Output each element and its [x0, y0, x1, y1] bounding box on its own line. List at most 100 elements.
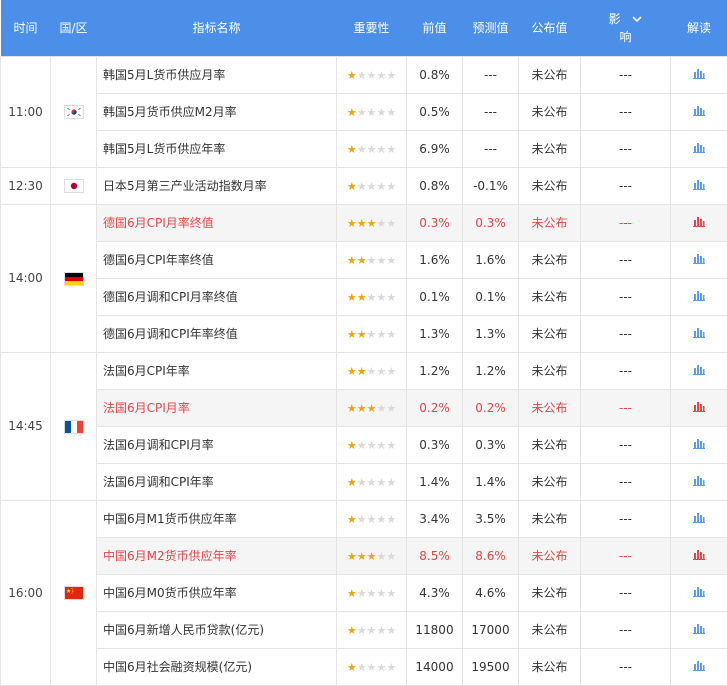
analysis-cell[interactable]	[670, 55, 727, 94]
star-icon: ★	[376, 438, 387, 452]
header-region: 国/区	[50, 0, 97, 56]
star-icon: ★	[346, 512, 357, 526]
table-header-row: 时间 国/区 指标名称 重要性 前值 预测值 公布值 影 响 解读	[0, 0, 727, 56]
star-icon: ★	[386, 253, 397, 267]
bar-chart-icon[interactable]	[693, 364, 705, 378]
table-row[interactable]: 韩国5月货币供应M2月率 ★★★★★ 0.5% --- 未公布 ---	[1, 92, 727, 131]
table-row[interactable]: 法国6月调和CPI月率 ★★★★★ 0.3% 0.3% 未公布 ---	[1, 425, 727, 464]
indicator-name[interactable]: 德国6月调和CPI月率终值	[96, 277, 337, 316]
analysis-cell[interactable]	[670, 166, 727, 205]
table-row[interactable]: 14:45 法国6月CPI年率 ★★★★★ 1.2% 1.2% 未公布 ---	[0, 351, 727, 501]
table-row[interactable]: 中国6月新增人民币贷款(亿元) ★★★★★ 11800 17000 未公布 ---	[1, 610, 727, 649]
forecast-value: 1.4%	[462, 462, 519, 501]
bar-chart-icon[interactable]	[693, 586, 705, 600]
impact-value: ---	[580, 314, 671, 353]
indicator-name[interactable]: 中国6月M0货币供应年率	[96, 573, 337, 612]
chevron-down-icon[interactable]	[632, 10, 642, 28]
table-row[interactable]: 德国6月CPI年率终值 ★★★★★ 1.6% 1.6% 未公布 ---	[1, 240, 727, 279]
actual-value: 未公布	[518, 425, 581, 464]
indicator-name[interactable]: 日本5月第三产业活动指数月率	[96, 166, 337, 205]
indicator-name[interactable]: 法国6月CPI年率	[96, 351, 337, 390]
table-row[interactable]: 11:00 韩国5月L货币供应月率 ★★★★★ 0.8% --- 未公布 ---	[0, 55, 727, 168]
indicator-name[interactable]: 韩国5月L货币供应年率	[96, 129, 337, 168]
indicator-name[interactable]: 中国6月新增人民币贷款(亿元)	[96, 610, 337, 649]
previous-value: 0.3%	[406, 203, 463, 242]
indicator-name[interactable]: 法国6月CPI月率	[96, 388, 337, 427]
table-row[interactable]: 中国6月M2货币供应年率 ★★★★★ 8.5% 8.6% 未公布 ---	[1, 536, 727, 575]
table-row[interactable]: 中国6月M0货币供应年率 ★★★★★ 4.3% 4.6% 未公布 ---	[1, 573, 727, 612]
previous-value: 0.2%	[406, 388, 463, 427]
bar-chart-icon[interactable]	[693, 660, 705, 674]
bar-chart-icon[interactable]	[693, 475, 705, 489]
indicator-name[interactable]: 德国6月调和CPI年率终值	[96, 314, 337, 353]
economic-calendar-table: 时间 国/区 指标名称 重要性 前值 预测值 公布值 影 响 解读 11:00 韩…	[0, 0, 727, 686]
indicator-name[interactable]: 中国6月M1货币供应年率	[96, 499, 337, 538]
bar-chart-icon[interactable]	[693, 253, 705, 267]
star-icon: ★	[366, 68, 377, 82]
analysis-cell[interactable]	[670, 388, 727, 427]
analysis-cell[interactable]	[670, 351, 727, 390]
bar-chart-icon[interactable]	[693, 142, 705, 156]
analysis-cell[interactable]	[670, 277, 727, 316]
table-row[interactable]: 14:00 德国6月CPI月率终值 ★★★★★ 0.3% 0.3% 未公布 ---	[0, 203, 727, 353]
indicator-name[interactable]: 韩国5月L货币供应月率	[96, 55, 337, 94]
bar-chart-icon[interactable]	[693, 512, 705, 526]
table-row[interactable]: 韩国5月L货币供应年率 ★★★★★ 6.9% --- 未公布 ---	[1, 129, 727, 168]
analysis-cell[interactable]	[670, 203, 727, 242]
table-row[interactable]: 德国6月调和CPI月率终值 ★★★★★ 0.1% 0.1% 未公布 ---	[1, 277, 727, 316]
star-icon: ★	[356, 401, 367, 415]
table-row[interactable]: 德国6月调和CPI年率终值 ★★★★★ 1.3% 1.3% 未公布 ---	[1, 314, 727, 353]
star-icon: ★	[366, 142, 377, 156]
star-icon: ★	[376, 216, 387, 230]
importance-stars: ★★★★★	[336, 499, 407, 538]
star-icon: ★	[346, 327, 357, 341]
bar-chart-icon[interactable]	[693, 327, 705, 341]
star-icon: ★	[366, 438, 377, 452]
analysis-cell[interactable]	[670, 314, 727, 353]
bar-chart-icon[interactable]	[693, 290, 705, 304]
table-body: 11:00 韩国5月L货币供应月率 ★★★★★ 0.8% --- 未公布 --- 韩国5月货币…	[0, 55, 727, 686]
indicator-name[interactable]: 中国6月M2货币供应年率	[96, 536, 337, 575]
impact-value: ---	[580, 573, 671, 612]
bar-chart-icon[interactable]	[693, 623, 705, 637]
analysis-cell[interactable]	[670, 610, 727, 649]
indicator-name[interactable]: 德国6月CPI月率终值	[96, 203, 337, 242]
bar-chart-icon[interactable]	[693, 438, 705, 452]
importance-stars: ★★★★★	[336, 55, 407, 94]
indicator-name[interactable]: 法国6月调和CPI年率	[96, 462, 337, 501]
analysis-cell[interactable]	[670, 536, 727, 575]
table-row[interactable]: 法国6月CPI月率 ★★★★★ 0.2% 0.2% 未公布 ---	[1, 388, 727, 427]
table-row[interactable]: 12:30 日本5月第三产业活动指数月率 ★★★★★ 0.8% -0.1% 未公布 ---	[0, 166, 727, 205]
table-row[interactable]: 中国6月社会融资规模(亿元) ★★★★★ 14000 19500 未公布 ---	[1, 647, 727, 686]
analysis-cell[interactable]	[670, 92, 727, 131]
star-icon: ★	[386, 68, 397, 82]
impact-value: ---	[580, 425, 671, 464]
star-icon: ★	[376, 475, 387, 489]
star-icon: ★	[346, 364, 357, 378]
star-icon: ★	[356, 216, 367, 230]
bar-chart-icon[interactable]	[693, 68, 705, 82]
impact-value: ---	[580, 499, 671, 538]
bar-chart-icon[interactable]	[693, 179, 705, 193]
indicator-name[interactable]: 中国6月社会融资规模(亿元)	[96, 647, 337, 686]
analysis-cell[interactable]	[670, 573, 727, 612]
analysis-cell[interactable]	[670, 499, 727, 538]
table-row[interactable]: 法国6月调和CPI年率 ★★★★★ 1.4% 1.4% 未公布 ---	[1, 462, 727, 501]
bar-chart-icon[interactable]	[693, 401, 705, 415]
impact-value: ---	[580, 277, 671, 316]
table-row[interactable]: 16:00 中国6月M1货币供应年率 ★★★★★ 3.4% 3.5% 未公布 ---	[0, 499, 727, 686]
bar-chart-icon[interactable]	[693, 105, 705, 119]
indicator-name[interactable]: 韩国5月货币供应M2月率	[96, 92, 337, 131]
analysis-cell[interactable]	[670, 240, 727, 279]
bar-chart-icon[interactable]	[693, 549, 705, 563]
indicator-name[interactable]: 法国6月调和CPI月率	[96, 425, 337, 464]
analysis-cell[interactable]	[670, 462, 727, 501]
header-impact[interactable]: 影 响	[580, 0, 671, 56]
analysis-cell[interactable]	[670, 129, 727, 168]
bar-chart-icon[interactable]	[693, 216, 705, 230]
indicator-name[interactable]: 德国6月CPI年率终值	[96, 240, 337, 279]
analysis-cell[interactable]	[670, 647, 727, 686]
star-icon: ★	[376, 549, 387, 563]
star-icon: ★	[376, 512, 387, 526]
analysis-cell[interactable]	[670, 425, 727, 464]
